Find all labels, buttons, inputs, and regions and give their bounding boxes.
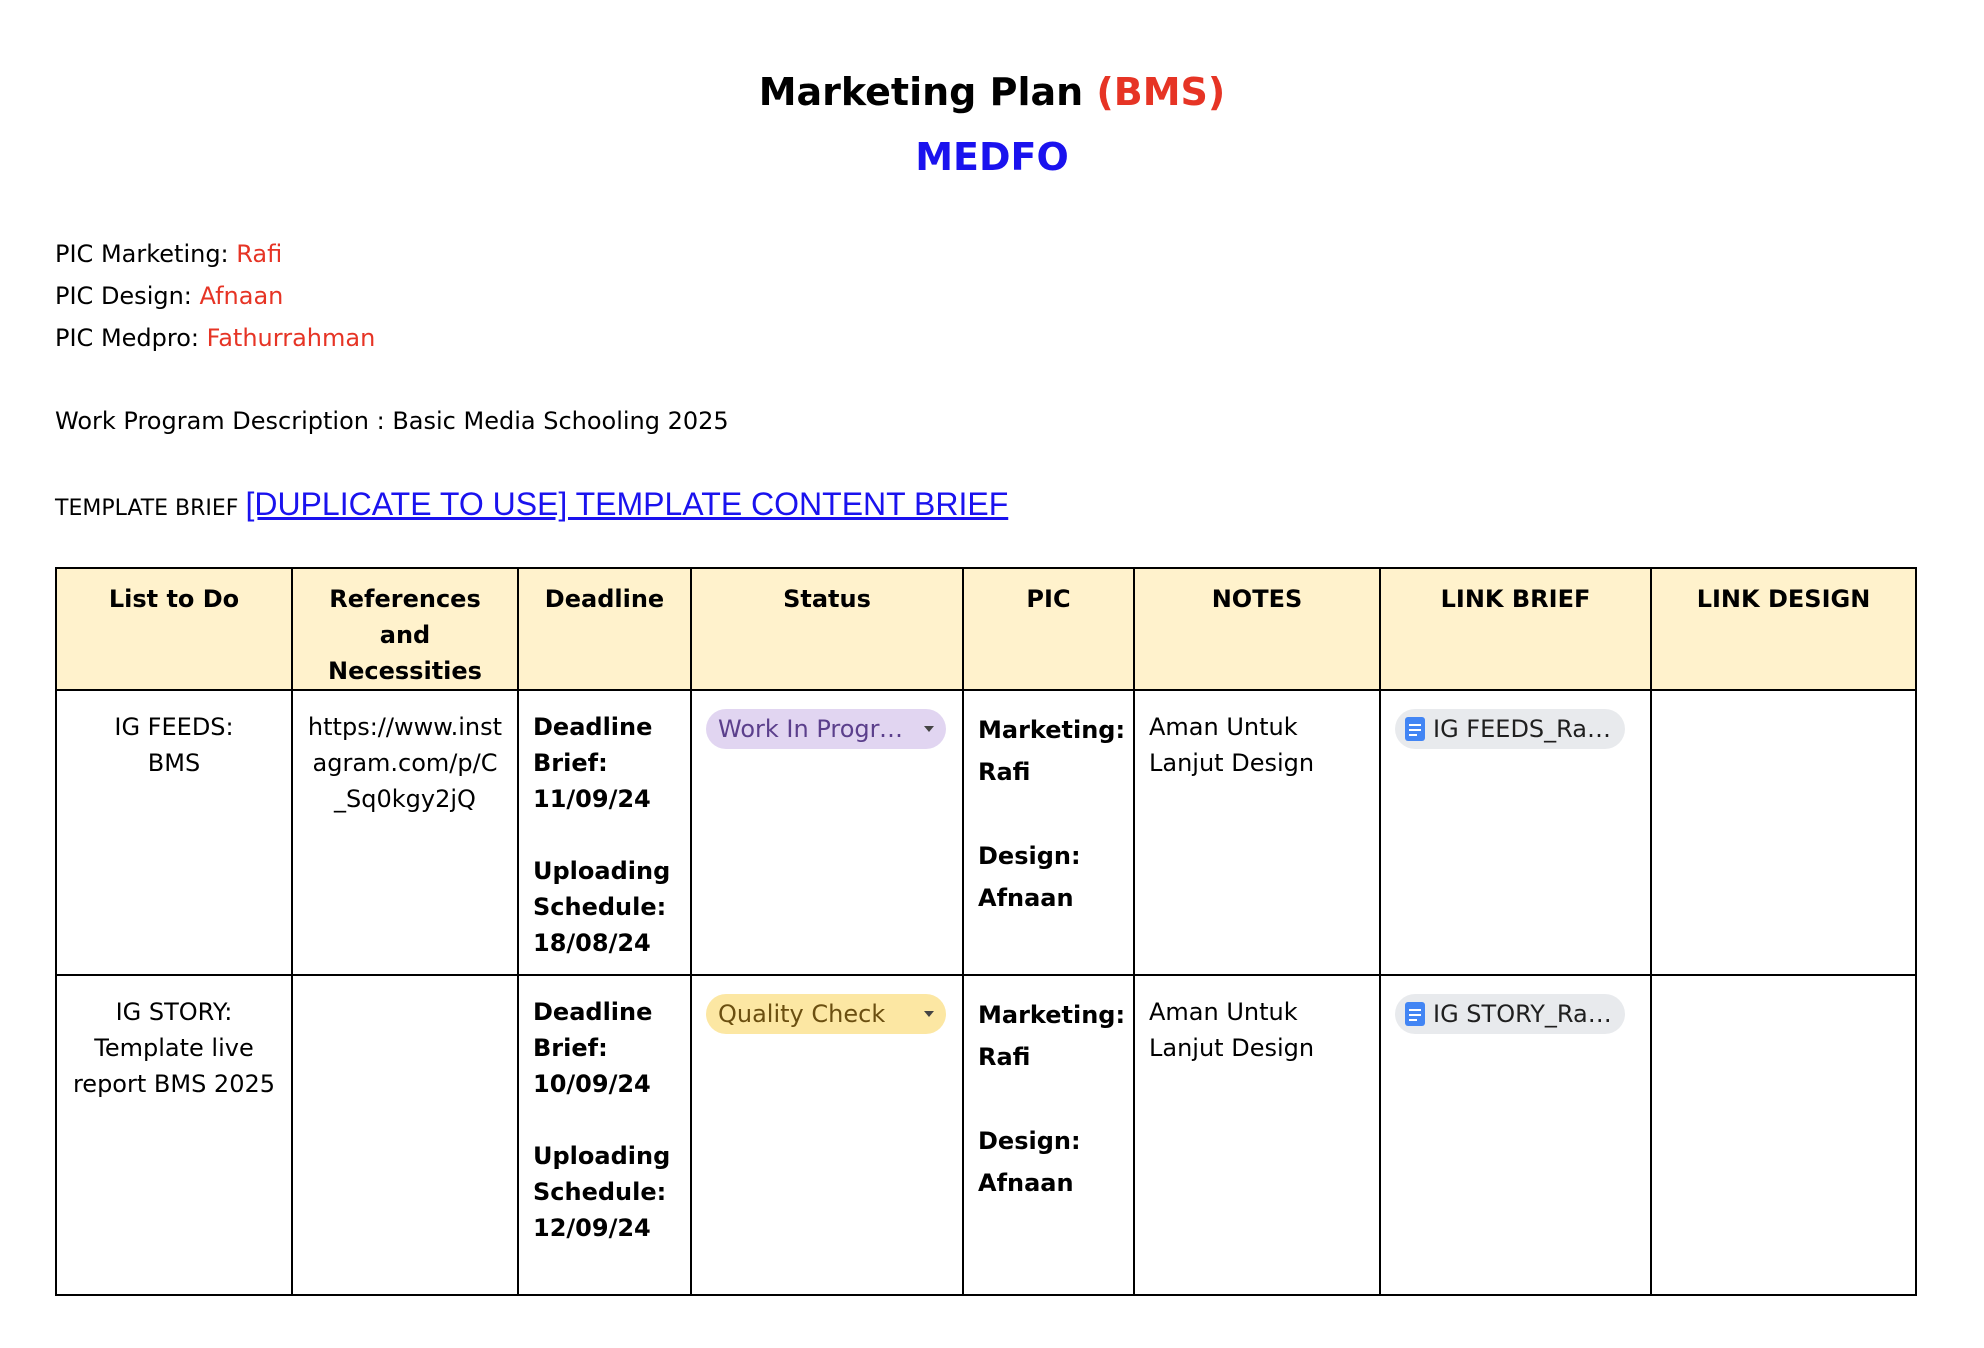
uploading-schedule-label: Schedule: [533, 893, 667, 921]
header-deadline: Deadline [517, 567, 692, 691]
cell-link-brief: IG FEEDS_Rafi_BMS [1379, 689, 1652, 976]
status-label: Quality Check [718, 1000, 886, 1028]
link-brief-label: IG FEEDS_Rafi_BMS [1433, 715, 1615, 743]
list-to-do-line: IG STORY: [115, 998, 233, 1026]
template-brief-line: TEMPLATE BRIEF [DUPLICATE TO USE] TEMPLA… [55, 484, 1008, 529]
marketing-plan-table: List to Do References and Necessities De… [55, 567, 1917, 1296]
dropdown-caret-icon [924, 1011, 934, 1017]
cell-deadline[interactable]: Deadline Brief: 11/09/24 Uploading Sched… [517, 689, 692, 976]
cell-status: Work In Progress [690, 689, 964, 976]
title-text: Marketing Plan [758, 70, 1097, 114]
cell-link-design[interactable] [1650, 689, 1917, 976]
list-to-do-line: BMS [147, 749, 201, 777]
page-subtitle: MEDFO [915, 135, 1069, 179]
pic-design-line: PIC Design: Afnaan [55, 280, 283, 312]
cell-references[interactable] [291, 974, 519, 1296]
deadline-brief-date: 10/09/24 [533, 1070, 651, 1098]
pic-design-name: Afnaan [978, 884, 1074, 912]
pic-marketing-name: Rafi [978, 1043, 1031, 1071]
pic-design-value: Afnaan [199, 282, 284, 310]
cell-status: Quality Check [690, 974, 964, 1296]
header-link-design: LINK DESIGN [1650, 567, 1917, 691]
link-brief-label: IG STORY_Rafi_BMS [1433, 1000, 1615, 1028]
cell-notes[interactable]: Aman Untuk Lanjut Design [1133, 689, 1381, 976]
page-title: Marketing Plan (BMS) [0, 66, 1984, 118]
status-dropdown[interactable]: Quality Check [706, 994, 946, 1034]
pic-medpro-line: PIC Medpro: Fathurrahman [55, 322, 375, 354]
cell-list-to-do[interactable]: IG STORY: Template live report BMS 2025 [55, 974, 293, 1296]
pic-marketing-name: Rafi [978, 758, 1031, 786]
cell-pic[interactable]: Marketing: Rafi Design: Afnaan [962, 974, 1135, 1296]
document-page: Marketing Plan (BMS) MEDFO PIC Marketing… [0, 0, 1984, 1348]
reference-url[interactable]: https://www.instagram.com/p/C_Sq0kgy2jQ [308, 713, 502, 813]
list-to-do-line: IG FEEDS: [114, 713, 234, 741]
pic-design-label: Design: [978, 1127, 1081, 1155]
pic-marketing-value: Rafi [236, 240, 283, 268]
table-header-row: List to Do References and Necessities De… [55, 567, 1917, 691]
header-list-to-do: List to Do [55, 567, 293, 691]
dropdown-caret-icon [924, 726, 934, 732]
template-brief-label: TEMPLATE BRIEF [55, 496, 246, 521]
status-dropdown[interactable]: Work In Progress [706, 709, 946, 749]
pic-design-label: Design: [978, 842, 1081, 870]
pic-design-name: Afnaan [978, 1169, 1074, 1197]
link-brief-chip[interactable]: IG STORY_Rafi_BMS [1395, 994, 1625, 1034]
uploading-schedule-label: Uploading [533, 857, 671, 885]
deadline-brief-date: 11/09/24 [533, 785, 651, 813]
pic-design-label: PIC Design: [55, 282, 200, 310]
cell-pic[interactable]: Marketing: Rafi Design: Afnaan [962, 689, 1135, 976]
cell-deadline[interactable]: Deadline Brief: 10/09/24 Uploading Sched… [517, 974, 692, 1296]
google-docs-icon [1405, 717, 1425, 741]
google-docs-icon [1405, 1002, 1425, 1026]
cell-list-to-do[interactable]: IG FEEDS: BMS [55, 689, 293, 976]
pic-marketing-label: Marketing: [978, 716, 1126, 744]
deadline-brief-label: Brief: [533, 1034, 608, 1062]
deadline-brief-label: Deadline [533, 998, 653, 1026]
header-link-brief: LINK BRIEF [1379, 567, 1652, 691]
cell-notes[interactable]: Aman Untuk Lanjut Design [1133, 974, 1381, 1296]
notes-text: Aman Untuk Lanjut Design [1149, 998, 1315, 1062]
header-notes: NOTES [1133, 567, 1381, 691]
uploading-schedule-date: 18/08/24 [533, 929, 651, 957]
uploading-schedule-date: 12/09/24 [533, 1214, 651, 1242]
cell-references[interactable]: https://www.instagram.com/p/C_Sq0kgy2jQ [291, 689, 519, 976]
pic-medpro-value: Fathurrahman [206, 324, 376, 352]
header-references: References and Necessities [291, 567, 519, 691]
header-status: Status [690, 567, 964, 691]
header-pic: PIC [962, 567, 1135, 691]
pic-marketing-line: PIC Marketing: Rafi [55, 238, 282, 270]
work-program-description: Work Program Description : Basic Media S… [55, 407, 729, 435]
table-row: IG STORY: Template live report BMS 2025 … [55, 974, 1917, 1296]
link-brief-chip[interactable]: IG FEEDS_Rafi_BMS [1395, 709, 1625, 749]
list-to-do-line: Template live report BMS 2025 [72, 1034, 276, 1098]
uploading-schedule-label: Uploading [533, 1142, 671, 1170]
pic-marketing-label: Marketing: [978, 1001, 1126, 1029]
notes-text: Aman Untuk Lanjut Design [1149, 713, 1315, 777]
title-accent: (BMS) [1096, 70, 1226, 114]
deadline-brief-label: Brief: [533, 749, 608, 777]
template-brief-link[interactable]: [DUPLICATE TO USE] TEMPLATE CONTENT BRIE… [245, 486, 1008, 522]
pic-medpro-label: PIC Medpro: [55, 324, 207, 352]
status-label: Work In Progress [718, 715, 914, 743]
deadline-brief-label: Deadline [533, 713, 653, 741]
uploading-schedule-label: Schedule: [533, 1178, 667, 1206]
cell-link-brief: IG STORY_Rafi_BMS [1379, 974, 1652, 1296]
cell-link-design[interactable] [1650, 974, 1917, 1296]
pic-marketing-label: PIC Marketing: [55, 240, 237, 268]
table-row: IG FEEDS: BMS https://www.instagram.com/… [55, 689, 1917, 976]
